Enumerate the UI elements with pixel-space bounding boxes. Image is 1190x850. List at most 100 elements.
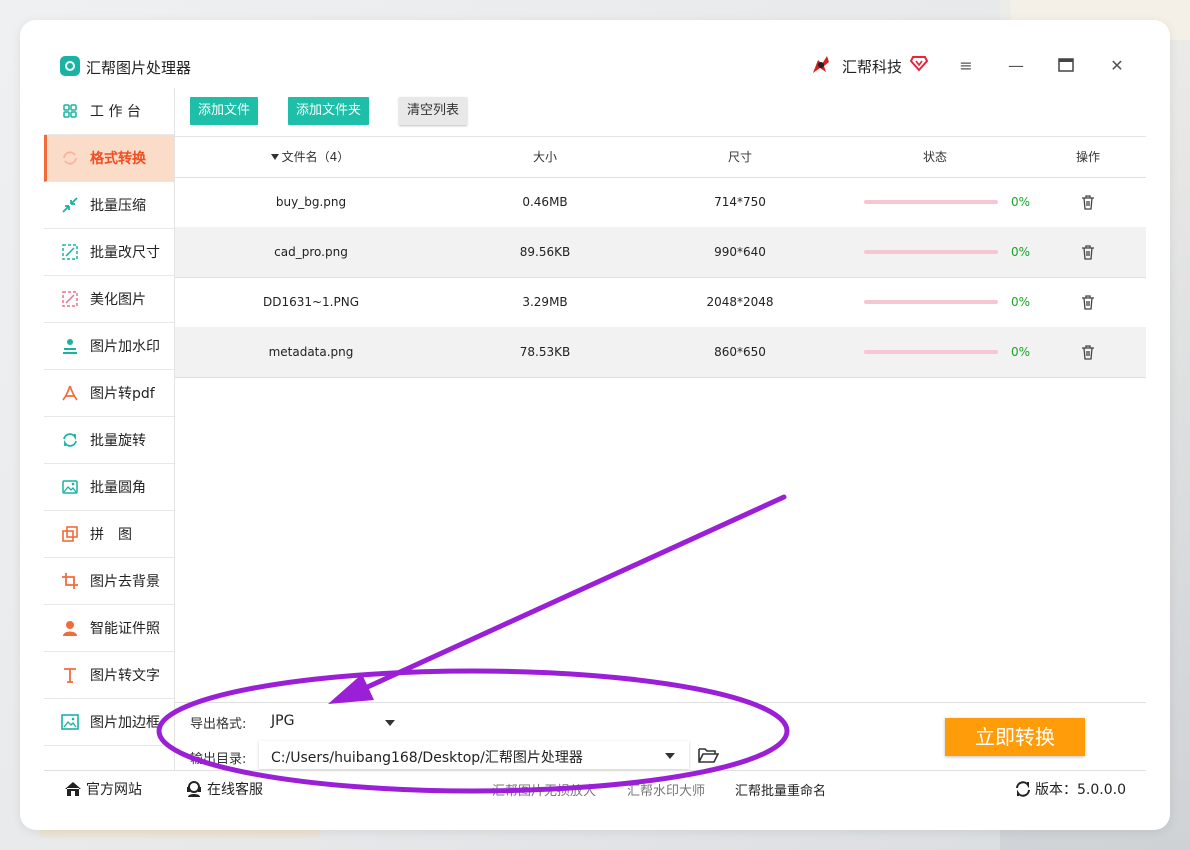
- progress-bar: [864, 300, 998, 304]
- app-title: 汇帮图片处理器: [86, 59, 192, 77]
- close-icon[interactable]: ✕: [1107, 56, 1127, 76]
- sidebar-item-beautify[interactable]: 美化图片: [44, 276, 174, 323]
- sidebar-item-remove-background[interactable]: 图片去背景: [44, 558, 174, 605]
- sidebar-item-format-convert[interactable]: 格式转换: [44, 135, 174, 182]
- title-bar: 汇帮图片处理器 汇帮科技 ≡ — ✕: [44, 44, 1146, 88]
- maximize-icon[interactable]: [1058, 58, 1074, 72]
- refresh-icon[interactable]: [1015, 781, 1031, 797]
- sidebar-item-to-pdf[interactable]: 图片转pdf: [44, 370, 174, 417]
- folder-open-icon[interactable]: [697, 745, 719, 765]
- sidebar-item-label: 图片去背景: [90, 574, 160, 590]
- grid-icon: [60, 101, 80, 121]
- sidebar-item-label: 批量旋转: [90, 433, 146, 449]
- sidebar-item-collage[interactable]: 拼 图: [44, 511, 174, 558]
- vip-diamond-icon[interactable]: [910, 54, 928, 72]
- file-name: metadata.png: [268, 345, 354, 359]
- column-header-name[interactable]: 文件名（4）: [235, 137, 385, 177]
- online-service-label: 在线客服: [207, 782, 263, 798]
- table-row[interactable]: buy_bg.png 0.46MB 714*750 0%: [175, 177, 1146, 228]
- sidebar-item-add-frame[interactable]: 图片加边框: [44, 699, 174, 746]
- column-header-dimensions: 尺寸: [727, 150, 752, 164]
- clear-list-button[interactable]: 清空列表: [399, 97, 468, 125]
- sidebar-item-compress[interactable]: 批量压缩: [44, 182, 174, 229]
- file-size: 3.29MB: [522, 295, 568, 309]
- sidebar-item-label: 批量改尺寸: [90, 245, 160, 261]
- table-row[interactable]: cad_pro.png 89.56KB 990*640 0%: [175, 227, 1146, 278]
- sidebar-item-watermark[interactable]: 图片加水印: [44, 323, 174, 370]
- file-size: 89.56KB: [519, 245, 571, 259]
- online-service-link[interactable]: 在线客服: [185, 779, 263, 799]
- person-icon: [60, 618, 80, 638]
- output-options: 导出格式: JPG 输出目录: C:/Users/huibang168/Desk…: [175, 702, 1146, 771]
- progress-bar: [864, 250, 998, 254]
- link-batch-rename[interactable]: 汇帮批量重命名: [735, 780, 826, 799]
- crop-icon: [60, 571, 80, 591]
- progress-percent: 0%: [1011, 295, 1031, 309]
- sidebar-item-label: 格式转换: [90, 151, 146, 167]
- main-panel: 添加文件 添加文件夹 清空列表 文件名（4） 大小 尺寸 状态 操作 buy_b…: [175, 88, 1146, 770]
- column-header-status: 状态: [922, 150, 947, 164]
- format-value: JPG: [271, 713, 295, 729]
- file-dimensions: 714*750: [714, 195, 766, 209]
- progress-bar: [864, 350, 998, 354]
- output-dir-value: C:/Users/huibang168/Desktop/汇帮图片处理器: [271, 750, 583, 766]
- link-upscale[interactable]: 汇帮图片无损放大: [492, 780, 596, 799]
- text-icon: [60, 665, 80, 685]
- app-window: 汇帮图片处理器 汇帮科技 ≡ — ✕ 工 作 台 格式转换 批量压缩 批量改尺寸…: [44, 44, 1146, 804]
- add-folder-button[interactable]: 添加文件夹: [288, 97, 370, 125]
- progress-percent: 0%: [1011, 245, 1031, 259]
- sidebar-item-rounded-corners[interactable]: 批量圆角: [44, 464, 174, 511]
- delete-icon[interactable]: [1080, 194, 1096, 210]
- menu-icon[interactable]: ≡: [956, 56, 976, 76]
- brand-name: 汇帮科技: [842, 58, 903, 76]
- file-dimensions: 2048*2048: [706, 295, 774, 309]
- column-header-name-label: 文件名（4）: [281, 150, 350, 164]
- watermark-icon: [60, 336, 80, 356]
- chevron-down-icon: [385, 720, 395, 726]
- add-file-button[interactable]: 添加文件: [190, 97, 259, 125]
- sidebar-item-workbench[interactable]: 工 作 台: [44, 88, 174, 135]
- sidebar-item-label: 图片加边框: [90, 715, 160, 731]
- official-site-link[interactable]: 官方网站: [64, 779, 142, 799]
- progress-percent: 0%: [1011, 345, 1031, 359]
- link-watermark-master[interactable]: 汇帮水印大师: [627, 780, 705, 799]
- official-site-label: 官方网站: [86, 782, 142, 798]
- output-dir-label: 输出目录:: [190, 752, 247, 767]
- home-icon: [65, 782, 81, 796]
- sort-down-icon: [270, 154, 279, 160]
- sidebar: 工 作 台 格式转换 批量压缩 批量改尺寸 美化图片 图片加水印 图片转pdf: [44, 88, 175, 770]
- minimize-icon[interactable]: —: [1006, 56, 1026, 76]
- output-dir-select[interactable]: C:/Users/huibang168/Desktop/汇帮图片处理器: [259, 741, 689, 769]
- progress-percent: 0%: [1011, 195, 1031, 209]
- resize-icon: [60, 242, 80, 262]
- sidebar-item-to-text[interactable]: 图片转文字: [44, 652, 174, 699]
- convert-now-button[interactable]: 立即转换: [945, 718, 1085, 756]
- sidebar-item-id-photo[interactable]: 智能证件照: [44, 605, 174, 652]
- format-select[interactable]: JPG: [259, 707, 399, 735]
- file-name: cad_pro.png: [274, 245, 348, 259]
- file-dimensions: 990*640: [714, 245, 766, 259]
- sidebar-item-label: 美化图片: [90, 292, 146, 308]
- table-row[interactable]: metadata.png 78.53KB 860*650 0%: [175, 327, 1146, 378]
- sidebar-item-label: 图片加水印: [90, 339, 160, 355]
- rotate-icon: [60, 430, 80, 450]
- compress-icon: [60, 195, 80, 215]
- table-header: 文件名（4） 大小 尺寸 状态 操作: [175, 136, 1146, 178]
- sidebar-item-label: 批量压缩: [90, 198, 146, 214]
- brand-logo-icon: [813, 56, 829, 73]
- file-name: buy_bg.png: [275, 195, 347, 209]
- sidebar-item-label: 图片转pdf: [90, 386, 155, 402]
- delete-icon[interactable]: [1080, 344, 1096, 360]
- file-size: 0.46MB: [522, 195, 568, 209]
- convert-icon: [60, 148, 80, 168]
- sidebar-item-resize[interactable]: 批量改尺寸: [44, 229, 174, 276]
- app-logo-icon: [60, 56, 80, 76]
- table-row[interactable]: DD1631~1.PNG 3.29MB 2048*2048 0%: [175, 277, 1146, 328]
- delete-icon[interactable]: [1080, 294, 1096, 310]
- collage-icon: [60, 524, 80, 544]
- sidebar-item-rotate[interactable]: 批量旋转: [44, 417, 174, 464]
- file-name: DD1631~1.PNG: [262, 295, 360, 309]
- delete-icon[interactable]: [1080, 244, 1096, 260]
- version-info: 版本：5.0.0.0: [1015, 779, 1126, 799]
- headset-icon: [187, 781, 201, 797]
